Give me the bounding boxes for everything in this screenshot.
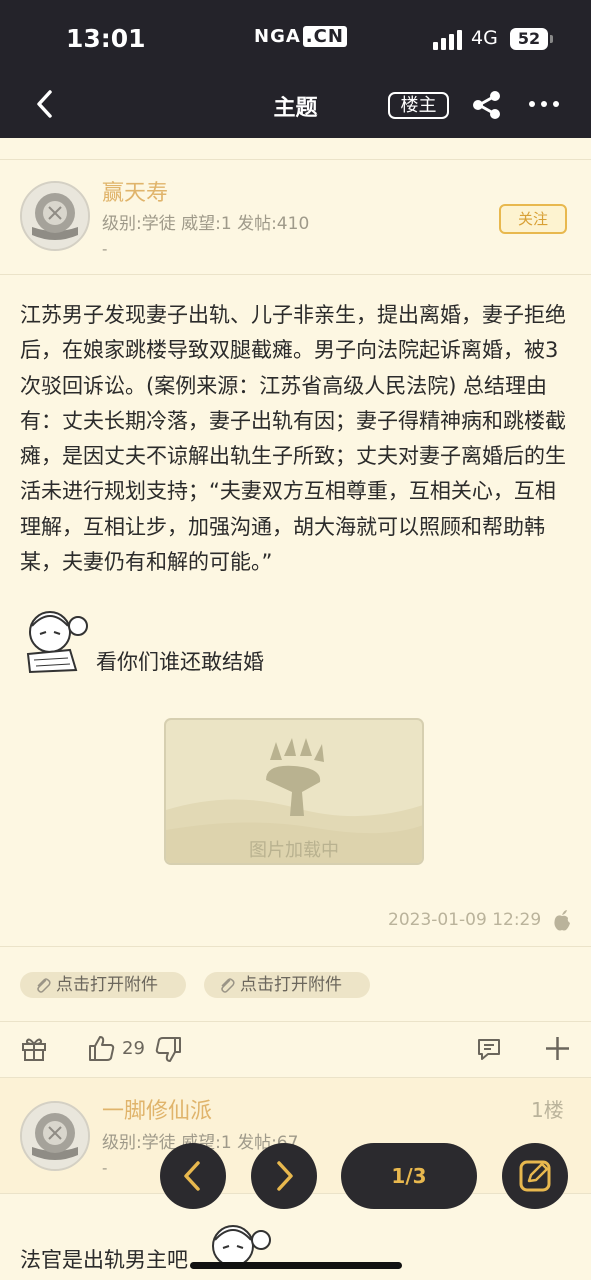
divider <box>0 159 591 160</box>
gift-icon[interactable] <box>21 1035 47 1061</box>
image-loading-text: 图片加载中 <box>249 840 339 861</box>
network-type: 4G <box>471 27 498 49</box>
edit-icon <box>519 1160 551 1192</box>
reply-button[interactable] <box>502 1143 568 1209</box>
divider <box>0 946 591 947</box>
default-avatar-icon <box>22 183 88 249</box>
floor-number: 1楼 <box>531 1098 564 1122</box>
prev-page-button[interactable] <box>160 1143 226 1209</box>
share-icon <box>473 91 500 119</box>
battery-icon: 52 <box>510 28 553 50</box>
next-page-button[interactable] <box>251 1143 317 1209</box>
divider <box>0 274 591 275</box>
comment-icon[interactable] <box>477 1037 501 1061</box>
apple-icon <box>554 910 570 931</box>
post-timestamp: 2023-01-09 12:29 <box>388 910 542 930</box>
page-indicator[interactable]: 1/3 <box>341 1143 477 1209</box>
thumbs-down-icon[interactable] <box>155 1036 183 1064</box>
follow-button[interactable]: 关注 <box>499 204 567 234</box>
share-button[interactable] <box>471 90 503 120</box>
thumbs-up-icon[interactable] <box>87 1034 115 1062</box>
more-icon <box>529 101 559 107</box>
sticker-image <box>203 1218 277 1280</box>
paperclip-icon <box>37 978 51 993</box>
top-bar: 13:01 NGA .CN 4G 52 主题 楼主 <box>0 0 591 138</box>
avatar[interactable] <box>20 181 90 251</box>
divider <box>0 1077 591 1078</box>
like-count: 29 <box>122 1038 145 1059</box>
user-meta: 级别:学徒 威望:1 发帖:410 <box>102 214 310 234</box>
attachment-label: 点击打开附件 <box>240 975 342 995</box>
home-indicator <box>190 1262 402 1269</box>
app-logo-suffix: .CN <box>302 26 347 47</box>
user-signature: - <box>102 240 108 258</box>
attachment-label: 点击打开附件 <box>56 975 158 995</box>
plus-icon[interactable] <box>545 1036 570 1061</box>
post-body: 江苏男子发现妻子出轨、儿子非亲生，提出离婚，妻子拒绝后，在娘家跳楼导致双腿截瘫。… <box>20 303 566 575</box>
user-signature: - <box>102 1159 108 1177</box>
chevron-left-icon <box>184 1161 200 1191</box>
app-logo-main: NGA <box>254 26 301 47</box>
paperclip-icon <box>221 978 235 993</box>
username[interactable]: 赢天寿 <box>102 175 168 207</box>
status-time: 13:01 <box>66 24 146 53</box>
op-only-button[interactable]: 楼主 <box>388 92 449 119</box>
app-logo: NGA .CN <box>254 26 347 47</box>
chevron-right-icon <box>277 1161 293 1191</box>
post-body: 法官是出轨男主吧 <box>20 1248 188 1272</box>
signal-icon <box>433 30 463 50</box>
attachment-button[interactable]: 点击打开附件 <box>204 972 370 998</box>
username[interactable]: 一脚修仙派 <box>102 1093 212 1125</box>
avatar[interactable] <box>20 1101 90 1171</box>
divider <box>0 1021 591 1022</box>
sticker-caption: 看你们谁还敢结婚 <box>96 650 264 674</box>
sticker-image <box>20 604 94 674</box>
attachment-button[interactable]: 点击打开附件 <box>20 972 186 998</box>
default-avatar-icon <box>22 1103 88 1169</box>
more-button[interactable] <box>528 94 560 114</box>
image-placeholder[interactable]: 图片加载中 <box>164 718 424 865</box>
